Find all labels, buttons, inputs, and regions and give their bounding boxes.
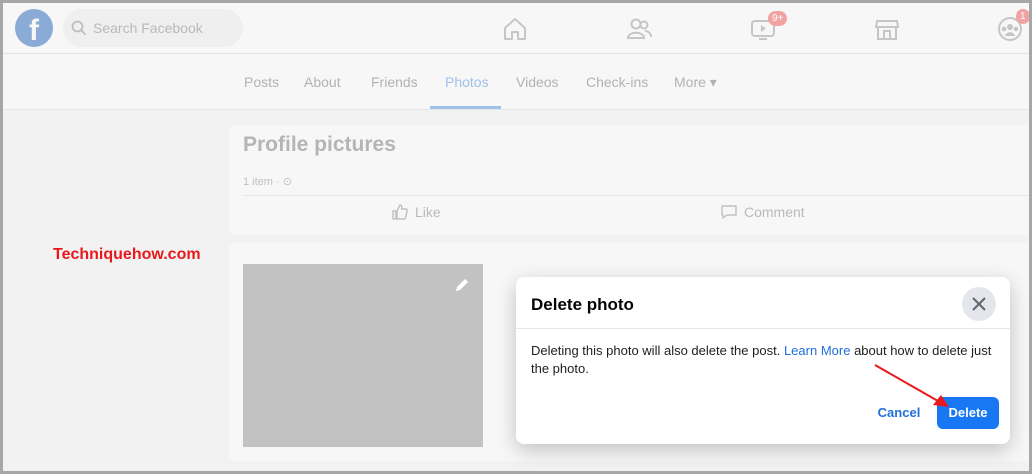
site-watermark: Techniquehow.com xyxy=(53,246,201,263)
comment-icon xyxy=(721,205,737,219)
dialog-divider xyxy=(516,328,1010,329)
facebook-logo-icon[interactable]: f xyxy=(15,9,53,47)
delete-photo-dialog: Delete photo Deleting this photo will al… xyxy=(516,277,1010,444)
top-nav-bar: f Search Facebook 9+ 1 xyxy=(3,3,1029,54)
active-tab-indicator xyxy=(430,106,501,109)
comment-button[interactable]: Comment xyxy=(720,203,805,221)
profile-photo-thumbnail[interactable] xyxy=(243,264,483,447)
tab-check-ins[interactable]: Check-ins xyxy=(586,74,648,90)
home-icon[interactable] xyxy=(501,15,529,43)
delete-button[interactable]: Delete xyxy=(937,397,999,429)
tab-friends[interactable]: Friends xyxy=(371,74,418,90)
cancel-button[interactable]: Cancel xyxy=(866,397,932,429)
album-title: Profile pictures xyxy=(243,133,396,156)
dialog-title: Delete photo xyxy=(531,295,634,314)
pencil-icon[interactable] xyxy=(453,276,471,294)
search-box[interactable]: Search Facebook xyxy=(63,9,243,47)
album-divider xyxy=(243,195,1029,196)
search-icon xyxy=(71,20,87,36)
learn-more-link[interactable]: Learn More xyxy=(784,343,850,358)
tab-posts[interactable]: Posts xyxy=(244,74,279,90)
tab-about[interactable]: About xyxy=(304,74,341,90)
tab-more[interactable]: More ▾ xyxy=(674,74,717,91)
tab-photos[interactable]: Photos xyxy=(445,74,489,90)
comment-label: Comment xyxy=(744,204,805,220)
like-button[interactable]: Like xyxy=(391,203,441,221)
album-meta: 1 item · ⊙ xyxy=(243,176,292,188)
like-label: Like xyxy=(415,204,441,220)
friends-icon[interactable] xyxy=(625,15,653,43)
browser-frame: f Search Facebook 9+ 1 Posts About Frien… xyxy=(0,0,1032,474)
search-input[interactable]: Search Facebook xyxy=(93,20,203,36)
profile-notification-badge: 1 xyxy=(1016,9,1029,24)
watch-notification-badge: 9+ xyxy=(768,11,788,26)
dialog-message: Deleting this photo will also delete the… xyxy=(531,342,1001,378)
dialog-message-part1: Deleting this photo will also delete the… xyxy=(531,343,781,358)
close-x-glyph xyxy=(972,297,986,311)
tab-videos[interactable]: Videos xyxy=(516,74,559,90)
marketplace-icon[interactable] xyxy=(873,15,901,43)
profile-tabs-bar: Posts About Friends Photos Videos Check-… xyxy=(3,54,1029,110)
like-icon xyxy=(392,204,408,220)
close-icon[interactable] xyxy=(962,287,996,321)
